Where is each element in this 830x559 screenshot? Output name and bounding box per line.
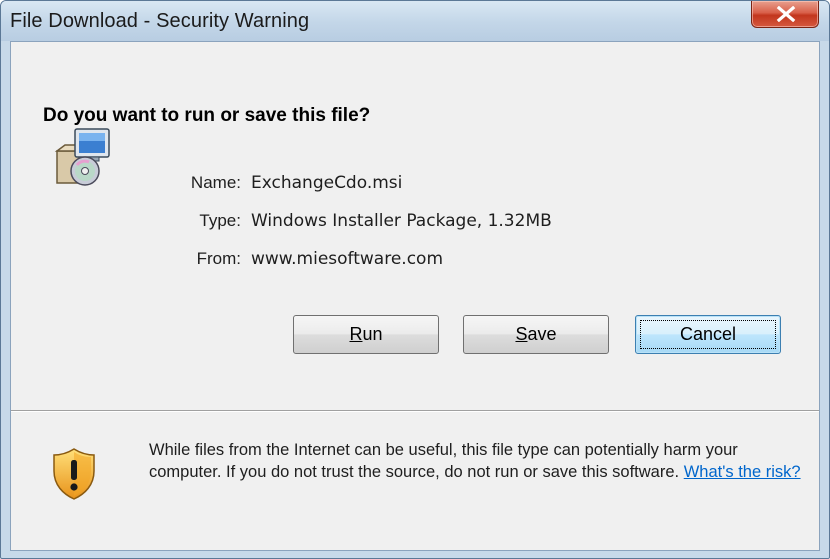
title-bar[interactable]: File Download - Security Warning	[1, 1, 829, 41]
shield-warning-icon	[53, 448, 95, 500]
cancel-button[interactable]: Cancel	[635, 315, 781, 354]
installer-package-icon	[54, 128, 110, 186]
dialog-body: Do you want to run or save this file? Na…	[10, 41, 820, 551]
save-button[interactable]: Save	[463, 315, 609, 354]
type-value: Windows Installer Package, 1.32MB	[251, 211, 552, 231]
dialog-window: File Download - Security Warning Do you …	[0, 0, 830, 559]
name-label: Name:	[190, 173, 241, 192]
name-value: ExchangeCdo.msi	[251, 173, 403, 193]
type-label: Type:	[199, 211, 241, 230]
run-button[interactable]: Run	[293, 315, 439, 354]
warning-message: While files from the Internet can be use…	[149, 439, 809, 483]
run-button-label: Run	[349, 324, 383, 344]
close-icon	[776, 6, 796, 22]
from-label: From:	[196, 249, 241, 268]
warning-text: While files from the Internet can be use…	[149, 441, 738, 481]
save-button-label: Save	[515, 324, 557, 344]
window-title: File Download - Security Warning	[10, 10, 310, 32]
focus-rectangle	[640, 320, 776, 349]
from-value: www.miesoftware.com	[251, 249, 444, 269]
dialog-heading: Do you want to run or save this file?	[43, 105, 371, 126]
close-button[interactable]	[751, 1, 819, 28]
whats-the-risk-link[interactable]: What's the risk?	[684, 463, 801, 481]
